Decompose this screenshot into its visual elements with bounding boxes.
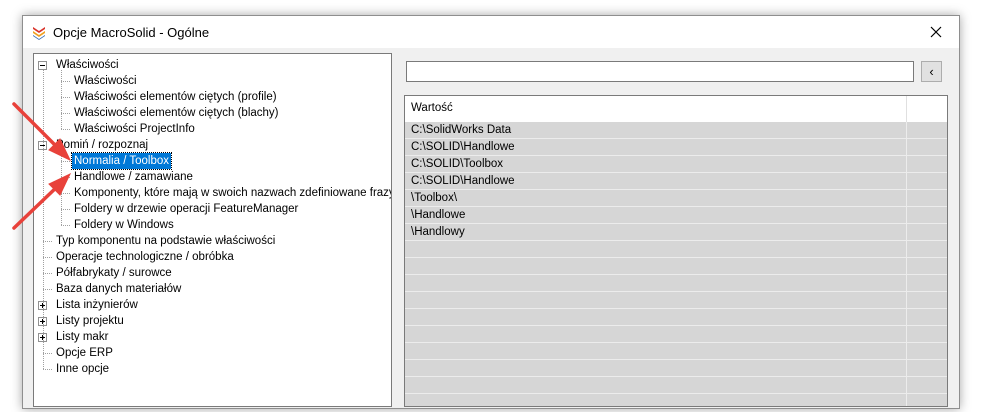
table-row[interactable] xyxy=(405,343,947,360)
tree-item[interactable]: Baza danych materiałów xyxy=(54,281,183,297)
tree-item[interactable]: Właściwości elementów ciętych (blachy) xyxy=(72,105,281,121)
table-cell-value: \Handlowe xyxy=(411,209,466,221)
table-row[interactable]: \Toolbox\ xyxy=(405,190,947,207)
tree-item-label: Właściwości xyxy=(74,75,137,87)
tree-item-label: Handlowe / zamawiane xyxy=(74,171,193,183)
tree-item[interactable]: Półfabrykaty / surowce xyxy=(54,265,174,281)
tree-item[interactable]: Handlowe / zamawiane xyxy=(72,169,195,185)
options-tree[interactable]: Właściwości Właściwości Właściwości elemen… xyxy=(33,53,392,407)
tree-item[interactable]: Właściwości elementów ciętych (profile) xyxy=(72,89,279,105)
tree-item-label: Baza danych materiałów xyxy=(56,283,182,295)
table-cell-value: \Handlowy xyxy=(411,226,465,238)
tree-item-label: Pomiń / rozpoznaj xyxy=(56,139,149,151)
tree-item[interactable]: Właściwości xyxy=(54,57,121,73)
close-button[interactable] xyxy=(913,16,959,48)
table-row[interactable] xyxy=(405,377,947,394)
table-row[interactable] xyxy=(405,292,947,309)
tree-item[interactable]: Normalia / Toolbox xyxy=(70,152,173,170)
tree-item[interactable]: Właściwości ProjectInfo xyxy=(72,121,197,137)
tree-item-label: Foldery w drzewie operacji FeatureManage… xyxy=(74,203,299,215)
table-row[interactable] xyxy=(405,241,947,258)
table-cell-value: C:\SOLID\Handlowe xyxy=(411,141,515,153)
collapse-icon[interactable] xyxy=(38,61,47,70)
tree-item[interactable]: Foldery w Windows xyxy=(72,217,176,233)
tree-item-label: Normalia / Toolbox xyxy=(70,152,173,170)
tree-item[interactable]: Listy makr xyxy=(54,329,110,345)
tree-item-label: Listy projektu xyxy=(56,315,124,327)
tree-item-label: Właściwości elementów ciętych (profile) xyxy=(74,91,277,103)
tree-item[interactable]: Listy projektu xyxy=(54,313,126,329)
table-row[interactable] xyxy=(405,309,947,326)
table-row[interactable] xyxy=(405,326,947,343)
tree-item[interactable]: Operacje technologiczne / obróbka xyxy=(54,249,236,265)
tree-item[interactable]: Inne opcje xyxy=(54,361,111,377)
macrosolid-logo-icon xyxy=(33,27,45,40)
tree-item[interactable]: Foldery w drzewie operacji FeatureManage… xyxy=(72,201,300,217)
table-row[interactable]: C:\SOLID\Toolbox xyxy=(405,156,947,173)
tree-item-label: Właściwości xyxy=(56,59,119,71)
table-row[interactable]: C:\SolidWorks Data xyxy=(405,122,947,139)
table-row[interactable] xyxy=(405,275,947,292)
tree-item[interactable]: Opcje ERP xyxy=(54,345,115,361)
tree-item-label: Półfabrykaty / surowce xyxy=(56,267,172,279)
grid-header: Wartość xyxy=(405,96,947,123)
tree-item-label: Foldery w Windows xyxy=(74,219,174,231)
tree-item-label: Opcje ERP xyxy=(56,347,113,359)
table-cell-value: C:\SOLID\Toolbox xyxy=(411,158,504,170)
table-row[interactable]: C:\SOLID\Handlowe xyxy=(405,139,947,156)
tree-item-label: Operacje technologiczne / obróbka xyxy=(56,251,234,263)
options-dialog: Opcje MacroSolid - Ogólne Właściwości Wła… xyxy=(22,15,960,409)
tree-item[interactable]: Pomiń / rozpoznaj xyxy=(54,137,150,153)
tree-item-label: Właściwości elementów ciętych (blachy) xyxy=(74,107,279,119)
tree-item[interactable]: Komponenty, które mają w swoich nazwach … xyxy=(72,185,392,201)
tree-item[interactable]: Lista inżynierów xyxy=(54,297,140,313)
tree-item-label: Typ komponentu na podstawie właściwości xyxy=(56,235,276,247)
table-row[interactable]: \Handlowe xyxy=(405,207,947,224)
table-row[interactable] xyxy=(405,258,947,275)
window-title: Opcje MacroSolid - Ogólne xyxy=(53,25,210,40)
tree-item-label: Inne opcje xyxy=(56,363,110,375)
collapse-button[interactable]: ‹ xyxy=(921,61,942,82)
tree-item-label: Lista inżynierów xyxy=(56,299,138,311)
values-grid[interactable]: Wartość C:\SolidWorks Data C:\SOLID\Handl… xyxy=(404,95,948,407)
table-cell-value: \Toolbox\ xyxy=(411,192,458,204)
table-row[interactable]: \Handlowy xyxy=(405,224,947,241)
title-bar: Opcje MacroSolid - Ogólne xyxy=(23,16,959,48)
tree-item[interactable]: Typ komponentu na podstawie właściwości xyxy=(54,233,277,249)
tree-item-label: Listy makr xyxy=(56,331,109,343)
tree-item[interactable]: Właściwości xyxy=(72,73,139,89)
tree-item-label: Komponenty, które mają w swoich nazwach … xyxy=(74,187,392,199)
search-input[interactable] xyxy=(406,61,914,82)
close-icon xyxy=(930,26,942,38)
tree-item-label: Właściwości ProjectInfo xyxy=(74,123,195,135)
table-row[interactable] xyxy=(405,394,947,406)
column-header-value[interactable]: Wartość xyxy=(411,102,453,114)
table-cell-value: C:\SolidWorks Data xyxy=(411,124,512,136)
table-cell-value: C:\SOLID\Handlowe xyxy=(411,175,515,187)
table-row[interactable] xyxy=(405,360,947,377)
table-row[interactable]: C:\SOLID\Handlowe xyxy=(405,173,947,190)
